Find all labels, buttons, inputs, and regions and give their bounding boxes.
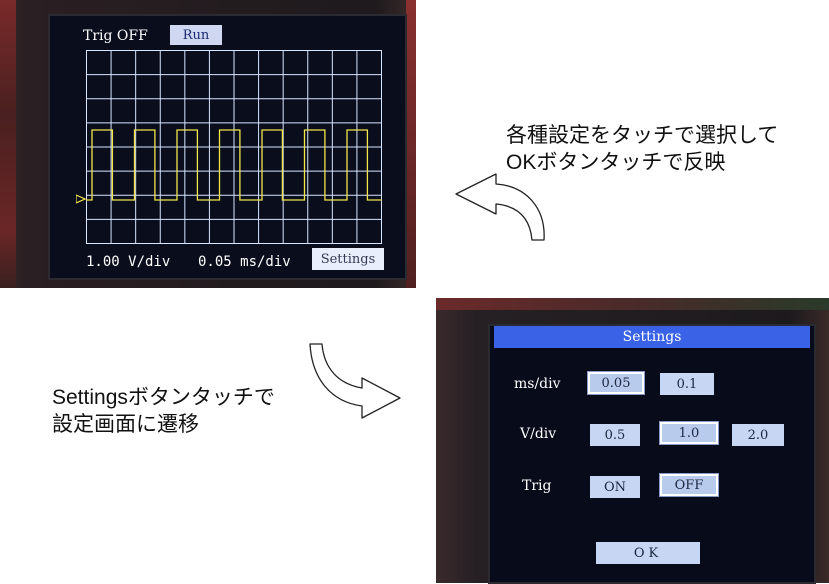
settings-title: Settings [494,326,810,348]
ok-button[interactable]: OK [596,542,700,564]
board-edge-left [0,0,16,288]
settings-lcd: Settings ms/div 0.05 0.1 V/div 0.5 1.0 2… [488,324,816,584]
annotation-line: 各種設定をタッチで選択して [506,124,779,147]
volts-per-div-label: 1.00 V/div [86,254,171,270]
v-div-label: V/div [520,426,557,442]
trigger-level-marker-icon [76,194,86,204]
curved-arrow-forward-icon [309,343,401,419]
annotation-line: Settingsボタンタッチで [52,386,275,409]
annotation-open-settings: Settingsボタンタッチで 設定画面に遷移 [52,384,275,438]
trig-label: Trig [522,478,552,494]
oscilloscope-photo: Trig OFF Run 1.00 V/div 0.05 ms/div Sett… [0,0,416,288]
board-edge-right [406,0,416,288]
oscilloscope-lcd: Trig OFF Run 1.00 V/div 0.05 ms/div Sett… [48,14,407,280]
settings-photo: Settings ms/div 0.05 0.1 V/div 0.5 1.0 2… [436,298,829,584]
board-edge-top [436,298,829,310]
v-div-option-0.5[interactable]: 0.5 [590,424,640,446]
oscilloscope-grid [86,50,382,244]
trig-option-off[interactable]: OFF [659,473,719,497]
ms-div-option-0.1[interactable]: 0.1 [660,373,714,395]
v-div-option-2.0[interactable]: 2.0 [732,424,784,446]
annotation-line: 設定画面に遷移 [52,413,199,436]
time-per-div-label: 0.05 ms/div [198,254,291,270]
ms-div-label: ms/div [514,376,561,392]
settings-button[interactable]: Settings [312,248,384,270]
v-div-option-1.0[interactable]: 1.0 [659,421,719,445]
trig-option-on[interactable]: ON [590,476,640,498]
curved-arrow-back-icon [455,173,545,241]
ms-div-option-0.05[interactable]: 0.05 [587,371,645,395]
trig-status-label: Trig OFF [83,28,148,44]
run-button[interactable]: Run [170,25,222,45]
